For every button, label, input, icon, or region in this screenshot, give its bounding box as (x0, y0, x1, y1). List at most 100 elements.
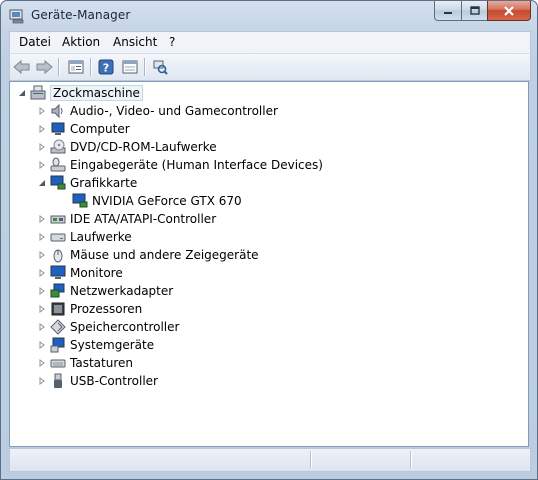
scan-hardware-icon (153, 60, 168, 75)
properties-view-icon (68, 60, 84, 74)
category-label[interactable]: Tastaturen (70, 356, 133, 370)
category-label[interactable]: Monitore (70, 266, 123, 280)
forward-button[interactable] (34, 57, 54, 77)
category-label[interactable]: Prozessoren (70, 302, 142, 316)
properties-view-button[interactable] (66, 57, 86, 77)
category-label[interactable]: Computer (70, 122, 130, 136)
menu-datei[interactable]: Datei (19, 35, 51, 49)
close-icon (504, 5, 514, 16)
toolbar: ? (9, 53, 531, 81)
category-label[interactable]: Netzwerkadapter (70, 284, 173, 298)
forward-icon (36, 60, 53, 74)
tree-category[interactable]: Eingabegeräte (Human Interface Devices) (38, 156, 323, 174)
tree-category[interactable]: Audio-, Video- und Gamecontroller (38, 102, 278, 120)
device-manager-window: Geräte-Manager Datei Aktion Ansicht ? ? … (0, 0, 538, 480)
toolbar-separator (58, 58, 59, 76)
expand-arrow-icon[interactable] (38, 341, 46, 349)
category-label[interactable]: IDE ATA/ATAPI-Controller (70, 212, 216, 226)
expand-arrow-icon[interactable] (38, 251, 46, 259)
category-label[interactable]: Speichercontroller (70, 320, 179, 334)
tree-category[interactable]: Computer (38, 120, 130, 138)
disk-drive-icon (50, 233, 66, 242)
maximize-icon (469, 6, 480, 15)
toolbar-separator (144, 58, 145, 76)
ide-controller-icon (50, 215, 66, 224)
tree-root[interactable]: Zockmaschine (18, 84, 143, 102)
toolbar-separator (90, 58, 91, 76)
device-view-icon (122, 60, 138, 74)
network-adapter-icon (50, 283, 65, 298)
caption-buttons (434, 1, 531, 21)
expand-arrow-icon[interactable] (38, 287, 46, 295)
mouse-icon (53, 249, 63, 263)
expand-arrow-icon[interactable] (38, 359, 46, 367)
root-label[interactable]: Zockmaschine (50, 85, 143, 101)
expand-arrow-icon[interactable] (38, 269, 46, 277)
collapse-arrow-icon[interactable] (18, 89, 26, 97)
tree-category[interactable]: Systemgeräte (38, 336, 154, 354)
storage-controller-icon (50, 319, 66, 335)
tree-category[interactable]: DVD/CD-ROM-Laufwerke (38, 138, 217, 156)
back-button[interactable] (12, 57, 32, 77)
expand-arrow-icon[interactable] (38, 143, 46, 151)
device-label[interactable]: NVIDIA GeForce GTX 670 (92, 194, 242, 208)
collapse-arrow-icon[interactable] (38, 179, 46, 187)
category-label[interactable]: Mäuse und andere Zeigegeräte (70, 248, 259, 262)
speaker-icon (51, 103, 63, 119)
help-icon: ? (98, 59, 114, 75)
expand-arrow-icon[interactable] (38, 107, 46, 115)
tree-category[interactable]: Netzwerkadapter (38, 282, 173, 300)
category-label[interactable]: DVD/CD-ROM-Laufwerke (70, 140, 217, 154)
expand-arrow-icon[interactable] (38, 161, 46, 169)
category-label[interactable]: USB-Controller (70, 374, 158, 388)
back-icon (13, 60, 30, 74)
expand-arrow-icon[interactable] (38, 305, 46, 313)
category-label[interactable]: Laufwerke (70, 230, 132, 244)
tree-category[interactable]: Speichercontroller (38, 318, 179, 336)
tree-category[interactable]: Prozessoren (38, 300, 142, 318)
expand-arrow-icon[interactable] (38, 323, 46, 331)
usb-icon (54, 373, 62, 388)
tree-category[interactable]: Mäuse und andere Zeigegeräte (38, 246, 259, 264)
status-divider (310, 451, 311, 468)
maximize-button[interactable] (461, 1, 487, 21)
minimize-button[interactable] (434, 1, 461, 21)
status-divider (410, 451, 411, 468)
scan-hardware-button[interactable] (150, 57, 170, 77)
menu-bar: Datei Aktion Ansicht ? (9, 31, 531, 54)
expand-arrow-icon[interactable] (38, 233, 46, 241)
computer-icon (51, 122, 65, 135)
display-adapter-icon (50, 175, 66, 190)
menu-aktion[interactable]: Aktion (62, 35, 100, 49)
menu-ansicht[interactable]: Ansicht (113, 35, 157, 49)
tree-category-expanded[interactable]: Grafikkarte (38, 174, 137, 192)
tree-category[interactable]: IDE ATA/ATAPI-Controller (38, 210, 216, 228)
title-bar[interactable]: Geräte-Manager (1, 1, 537, 31)
close-button[interactable] (487, 1, 531, 21)
category-label[interactable]: Eingabegeräte (Human Interface Devices) (70, 158, 323, 172)
help-button[interactable]: ? (96, 57, 116, 77)
hid-icon (50, 157, 66, 172)
tree-category[interactable]: Monitore (38, 264, 123, 282)
minimize-icon (444, 11, 452, 14)
tree-category[interactable]: USB-Controller (38, 372, 158, 390)
system-devices-icon (50, 337, 65, 353)
device-view-button[interactable] (120, 57, 140, 77)
category-label[interactable]: Audio-, Video- und Gamecontroller (70, 104, 278, 118)
menu-help[interactable]: ? (169, 35, 175, 49)
tree-category[interactable]: Laufwerke (38, 228, 132, 246)
svg-text:?: ? (103, 62, 109, 75)
category-label[interactable]: Systemgeräte (70, 338, 154, 352)
processor-icon (51, 302, 65, 316)
category-label[interactable]: Grafikkarte (70, 176, 137, 190)
device-tree[interactable]: Zockmaschine Audio-, Video- und Gamecont… (9, 81, 529, 447)
display-adapter-icon (72, 193, 88, 208)
window-title: Geräte-Manager (31, 8, 131, 22)
tree-category[interactable]: Tastaturen (38, 354, 133, 372)
expand-arrow-icon[interactable] (38, 377, 46, 385)
keyboard-icon (50, 359, 66, 368)
tree-device[interactable]: NVIDIA GeForce GTX 670 (72, 192, 242, 210)
dvd-drive-icon (50, 139, 66, 154)
expand-arrow-icon[interactable] (38, 125, 46, 133)
expand-arrow-icon[interactable] (38, 215, 46, 223)
